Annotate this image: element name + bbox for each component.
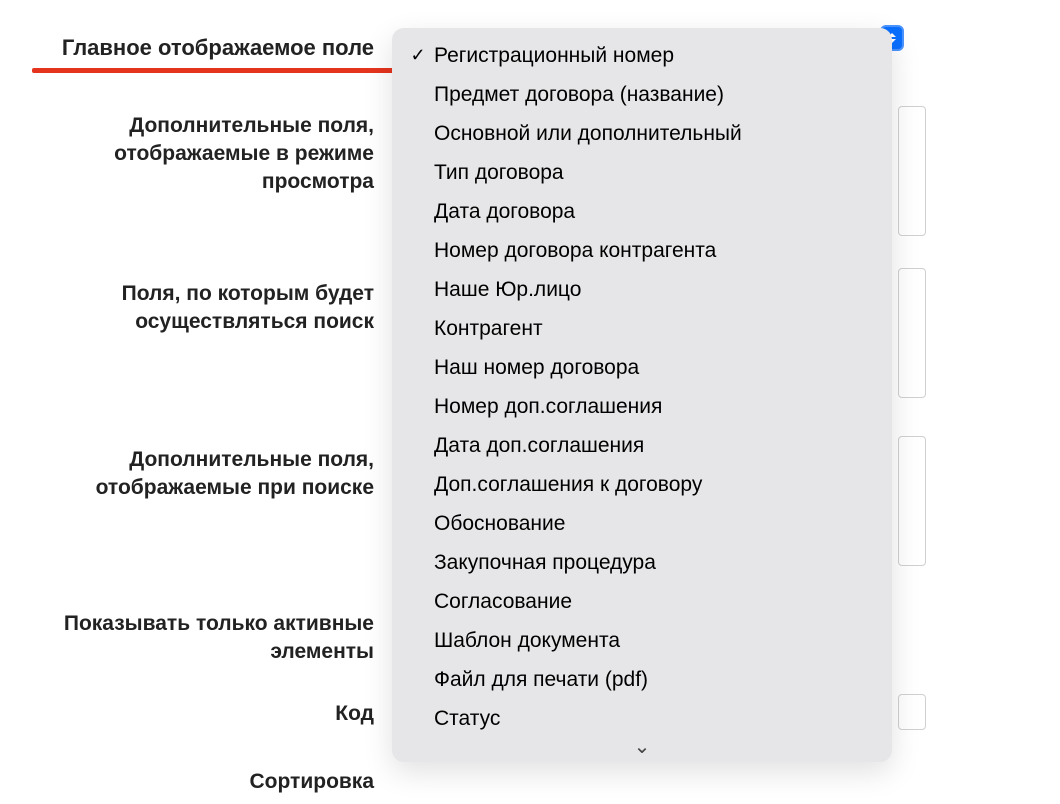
dropdown-option-label: Шаблон документа [434,627,620,654]
dropdown-option[interactable]: Согласование [392,582,892,621]
dropdown-option[interactable]: Контрагент [392,309,892,348]
check-icon: ✓ [408,42,428,69]
dropdown-option[interactable]: Наше Юр.лицо [392,270,892,309]
label-extra-view: Дополнительные поля, отображаемые в режи… [14,112,374,196]
dropdown-option[interactable]: Предмет договора (название) [392,75,892,114]
dropdown-option[interactable]: Доп.соглашения к договору [392,465,892,504]
dropdown-option-label: Дата договора [434,198,575,225]
dropdown-option[interactable]: Дата договора [392,192,892,231]
chevron-down-icon[interactable]: ⌄ [392,738,892,760]
dropdown-option[interactable]: Номер договора контрагента [392,231,892,270]
dropdown-option[interactable]: Файл для печати (pdf) [392,660,892,699]
dropdown-option-label: Наш номер договора [434,354,639,381]
dropdown-option-label: Номер доп.соглашения [434,393,662,420]
dropdown-option[interactable]: ✓Регистрационный номер [392,36,892,75]
dropdown-option-label: Закупочная процедура [434,549,656,576]
dropdown-option[interactable]: Закупочная процедура [392,543,892,582]
dropdown-option-label: Дата доп.соглашения [434,432,644,459]
field-code[interactable] [898,694,926,730]
label-active-only: Показывать только активные элементы [14,610,374,666]
label-search-fields: Поля, по которым будет осуществляться по… [14,280,374,336]
label-code: Код [14,700,374,728]
dropdown-option-label: Доп.соглашения к договору [434,471,702,498]
dropdown-option-label: Файл для печати (pdf) [434,666,648,693]
dropdown-option-label: Статус [434,705,500,732]
field-extra-view[interactable] [898,106,926,236]
dropdown-option-label: Согласование [434,588,572,615]
settings-form: Главное отображаемое поле Дополнительные… [0,0,1060,804]
dropdown-option-label: Регистрационный номер [434,42,674,69]
dropdown-main-display[interactable]: ✓Регистрационный номер Предмет договора (… [392,28,892,762]
dropdown-option[interactable]: Дата доп.соглашения [392,426,892,465]
dropdown-option-label: Обоснование [434,510,565,537]
label-main-display: Главное отображаемое поле [14,34,374,62]
dropdown-option-label: Контрагент [434,315,543,342]
field-search-fields[interactable] [898,268,926,398]
field-extra-search[interactable] [898,436,926,566]
label-extra-search: Дополнительные поля, отображаемые при по… [14,446,374,502]
dropdown-option[interactable]: Тип договора [392,153,892,192]
dropdown-option-label: Предмет договора (название) [434,81,724,108]
dropdown-option[interactable]: Основной или дополнительный [392,114,892,153]
dropdown-option[interactable]: Обоснование [392,504,892,543]
dropdown-option[interactable]: Наш номер договора [392,348,892,387]
dropdown-option-label: Основной или дополнительный [434,120,742,147]
dropdown-option-label: Тип договора [434,159,564,186]
dropdown-option[interactable]: Статус [392,699,892,738]
dropdown-option-label: Номер договора контрагента [434,237,716,264]
dropdown-option[interactable]: Шаблон документа [392,621,892,660]
label-sorting: Сортировка [14,768,374,796]
dropdown-option-label: Наше Юр.лицо [434,276,581,303]
dropdown-option[interactable]: Номер доп.соглашения [392,387,892,426]
